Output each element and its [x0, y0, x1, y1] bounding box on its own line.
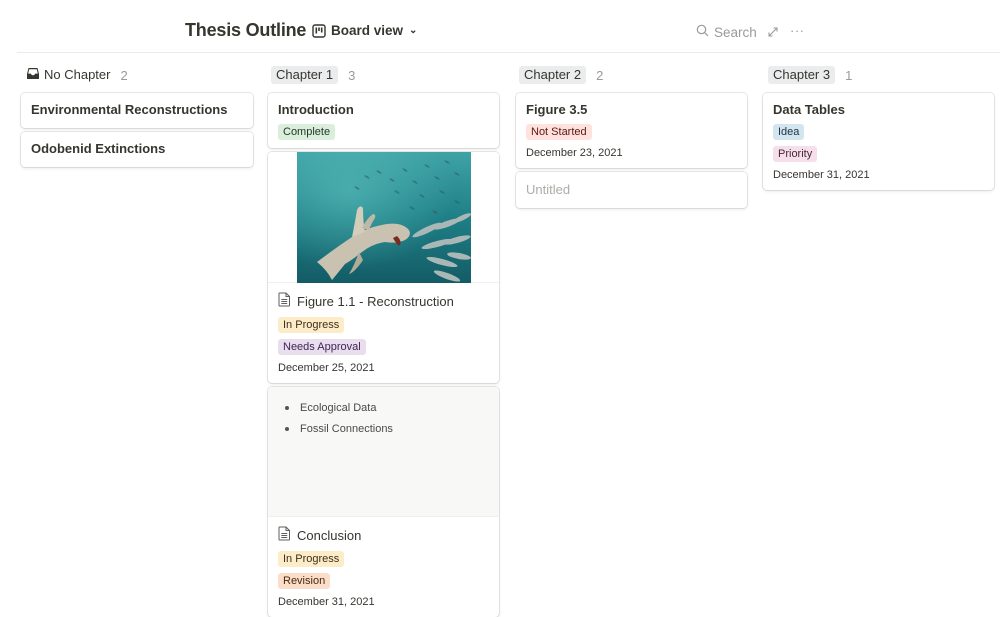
card-title: Introduction	[278, 102, 354, 117]
board-column-chapter-2: Chapter 2 2 Figure 3.5 Not Started Decem…	[516, 66, 747, 208]
board-card[interactable]: Figure 3.5 Not Started December 23, 2021	[516, 93, 747, 168]
card-date: December 23, 2021	[526, 147, 623, 159]
bullet-item: Fossil Connections	[285, 418, 499, 439]
card-title: Figure 3.5	[526, 102, 588, 117]
expand-icon[interactable]	[767, 25, 779, 43]
chevron-down-icon: ⌄	[409, 25, 418, 36]
column-count: 2	[120, 67, 128, 83]
card-date: December 25, 2021	[278, 362, 375, 374]
column-label: No Chapter	[26, 67, 110, 84]
card-cover-image	[268, 152, 499, 283]
inbox-icon	[26, 67, 40, 84]
view-switcher-button[interactable]: Board view ⌄	[312, 23, 417, 38]
board-card[interactable]: Introduction Complete	[268, 93, 499, 148]
card-title: Conclusion	[278, 526, 489, 545]
column-header: Chapter 3 1	[768, 66, 994, 84]
board-card[interactable]: Data Tables Idea Priority December 31, 2…	[763, 93, 994, 190]
board-column-chapter-3: Chapter 3 1 Data Tables Idea Priority De…	[763, 66, 994, 190]
column-count: 3	[348, 67, 356, 83]
cover-illustration	[296, 152, 471, 283]
card-title: Environmental Reconstructions	[31, 102, 228, 117]
column-header: Chapter 1 3	[271, 66, 499, 84]
column-label: Chapter 1	[271, 66, 339, 84]
page-icon	[278, 292, 291, 311]
status-tag-complete: Complete	[278, 124, 336, 140]
column-count: 2	[596, 67, 604, 83]
more-icon[interactable]: ···	[790, 23, 805, 38]
card-date: December 31, 2021	[278, 596, 375, 608]
top-bar: Thesis Outline Board view ⌄ Search ···	[0, 0, 1000, 52]
board-card[interactable]: Environmental Reconstructions	[21, 93, 253, 128]
page-icon	[278, 526, 291, 545]
card-date: December 31, 2021	[773, 169, 870, 181]
card-title: Figure 1.1 - Reconstruction	[278, 292, 489, 311]
status-tag-priority: Priority	[773, 146, 818, 162]
search-label: Search	[714, 24, 757, 40]
column-count: 1	[845, 67, 853, 83]
bullet-icon	[285, 426, 289, 431]
search-button[interactable]: Search	[696, 24, 757, 40]
status-tag-revision: Revision	[278, 573, 331, 589]
view-label: Board view	[331, 23, 404, 38]
board-card[interactable]: Figure 1.1 - Reconstruction In Progress …	[268, 152, 499, 383]
board-column-no-chapter: No Chapter 2 Environmental Reconstructio…	[21, 66, 253, 167]
status-tag-in-progress: In Progress	[278, 317, 345, 333]
search-icon	[696, 24, 709, 40]
column-header: Chapter 2 2	[519, 66, 747, 84]
board-card[interactable]: Untitled	[516, 172, 747, 208]
page-title: Thesis Outline	[185, 20, 307, 40]
bullet-item: Ecological Data	[285, 397, 499, 418]
status-tag-needs-approval: Needs Approval	[278, 339, 366, 355]
column-label: Chapter 3	[768, 66, 836, 84]
board-icon	[312, 23, 326, 38]
column-header: No Chapter 2	[26, 66, 253, 84]
column-label: Chapter 2	[519, 66, 587, 84]
card-content-preview: Ecological Data Fossil Connections	[268, 387, 499, 517]
board-column-chapter-1: Chapter 1 3 Introduction Complete Figure…	[268, 66, 499, 617]
card-title: Odobenid Extinctions	[31, 141, 166, 156]
header-divider	[17, 52, 1000, 53]
card-title: Untitled	[526, 182, 571, 197]
status-tag-idea: Idea	[773, 124, 805, 140]
status-tag-not-started: Not Started	[526, 124, 592, 140]
board-card[interactable]: Odobenid Extinctions	[21, 132, 253, 167]
board-card[interactable]: Ecological Data Fossil Connections Concl…	[268, 387, 499, 617]
status-tag-in-progress: In Progress	[278, 551, 345, 567]
bullet-icon	[285, 405, 289, 410]
card-title: Data Tables	[773, 102, 846, 117]
